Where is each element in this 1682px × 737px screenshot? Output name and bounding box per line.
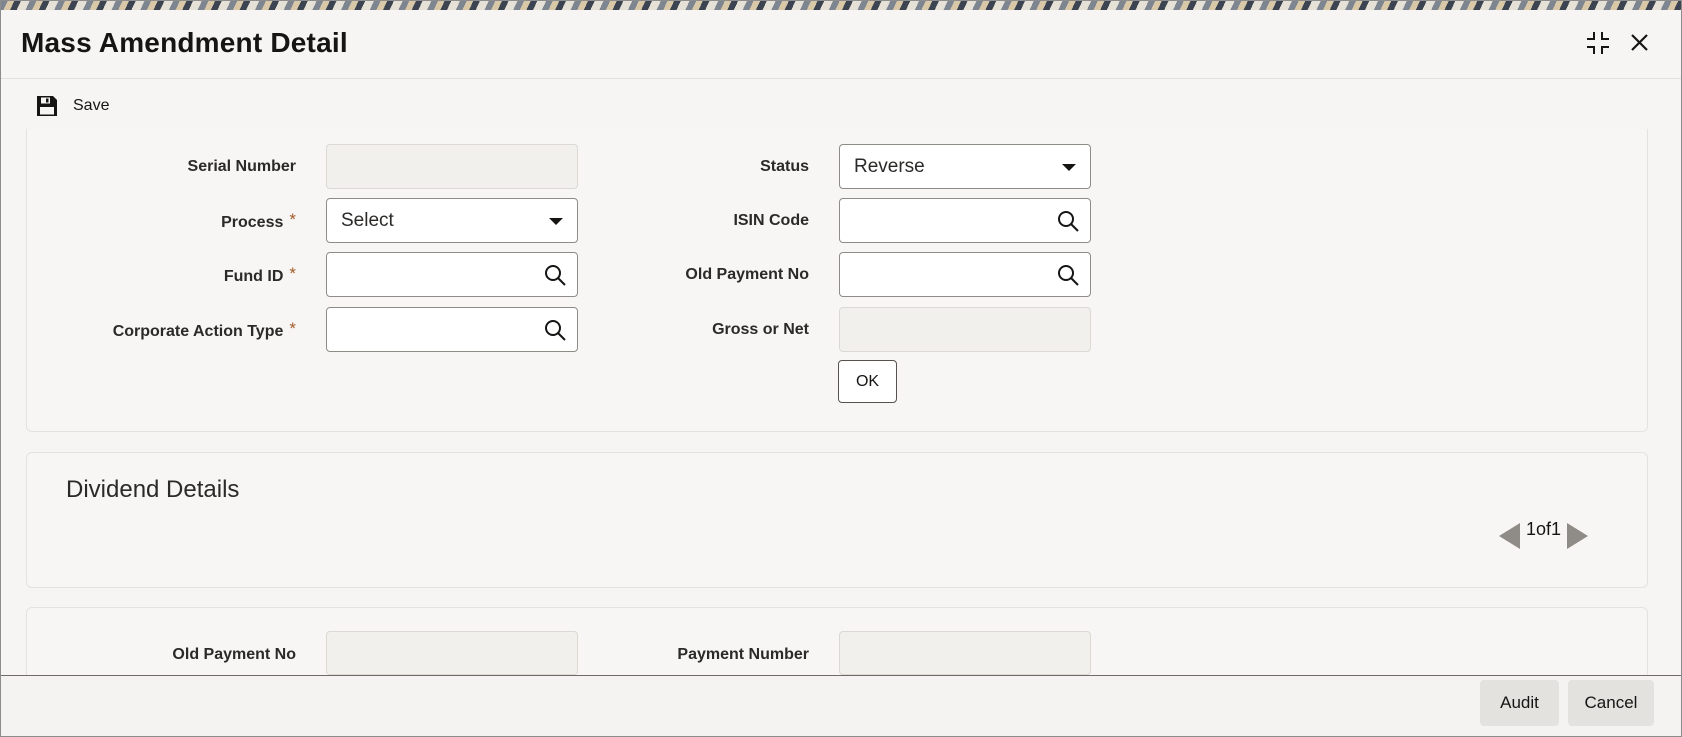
- serial-number-label: Serial Number: [187, 158, 296, 175]
- fund-id-label: Fund ID *: [223, 264, 296, 285]
- corporate-action-type-field[interactable]: [326, 307, 578, 352]
- window-header: Mass Amendment Detail: [1, 10, 1681, 79]
- old-payment-no-field[interactable]: [839, 252, 1091, 297]
- decorative-header-strip: [1, 1, 1681, 10]
- serial-number-field: [326, 144, 578, 189]
- payment-number-field: [839, 631, 1091, 675]
- footer: Audit Cancel: [1, 675, 1681, 736]
- process-select[interactable]: Select: [326, 198, 578, 243]
- next-page-icon[interactable]: [1567, 523, 1589, 549]
- mass-amendment-window: Mass Amendment Detail Save Serial Number…: [0, 0, 1682, 737]
- maximize-icon[interactable]: [1583, 28, 1613, 58]
- dividend-details-panel: [26, 452, 1648, 588]
- cancel-button[interactable]: Cancel: [1568, 680, 1654, 726]
- audit-button[interactable]: Audit: [1480, 680, 1559, 726]
- search-icon[interactable]: [1056, 263, 1080, 287]
- status-label: Status: [760, 158, 809, 175]
- required-marker: *: [289, 319, 296, 338]
- gross-or-net-label: Gross or Net: [712, 321, 809, 338]
- div-old-payment-no-field: [326, 631, 578, 675]
- save-label: Save: [73, 97, 110, 114]
- gross-or-net-field: [839, 307, 1091, 352]
- ok-button[interactable]: OK: [838, 360, 897, 403]
- pager: 1of1: [1499, 519, 1589, 549]
- close-icon[interactable]: [1625, 28, 1655, 58]
- pager-text: 1of1: [1526, 518, 1562, 539]
- process-label: Process *: [221, 210, 296, 231]
- search-icon[interactable]: [1056, 209, 1080, 233]
- dividend-details-title: Dividend Details: [66, 476, 240, 503]
- isin-code-field[interactable]: [839, 198, 1091, 243]
- payment-number-label: Payment Number: [677, 646, 809, 663]
- window-title: Mass Amendment Detail: [21, 27, 348, 58]
- old-payment-no-label: Old Payment No: [685, 266, 809, 283]
- status-select[interactable]: Reverse: [839, 144, 1091, 189]
- fund-id-field[interactable]: [326, 252, 578, 297]
- search-icon[interactable]: [543, 263, 567, 287]
- required-marker: *: [289, 210, 296, 229]
- isin-code-label: ISIN Code: [733, 212, 809, 229]
- caret-down-icon: [1062, 164, 1076, 171]
- div-old-payment-no-label: Old Payment No: [172, 646, 296, 663]
- search-icon[interactable]: [543, 318, 567, 342]
- required-marker: *: [289, 264, 296, 283]
- floppy-disk-icon: [37, 96, 57, 116]
- previous-page-icon[interactable]: [1499, 523, 1520, 549]
- save-button[interactable]: Save: [35, 94, 109, 118]
- corporate-action-type-label: Corporate Action Type *: [112, 319, 296, 340]
- caret-down-icon: [549, 218, 563, 225]
